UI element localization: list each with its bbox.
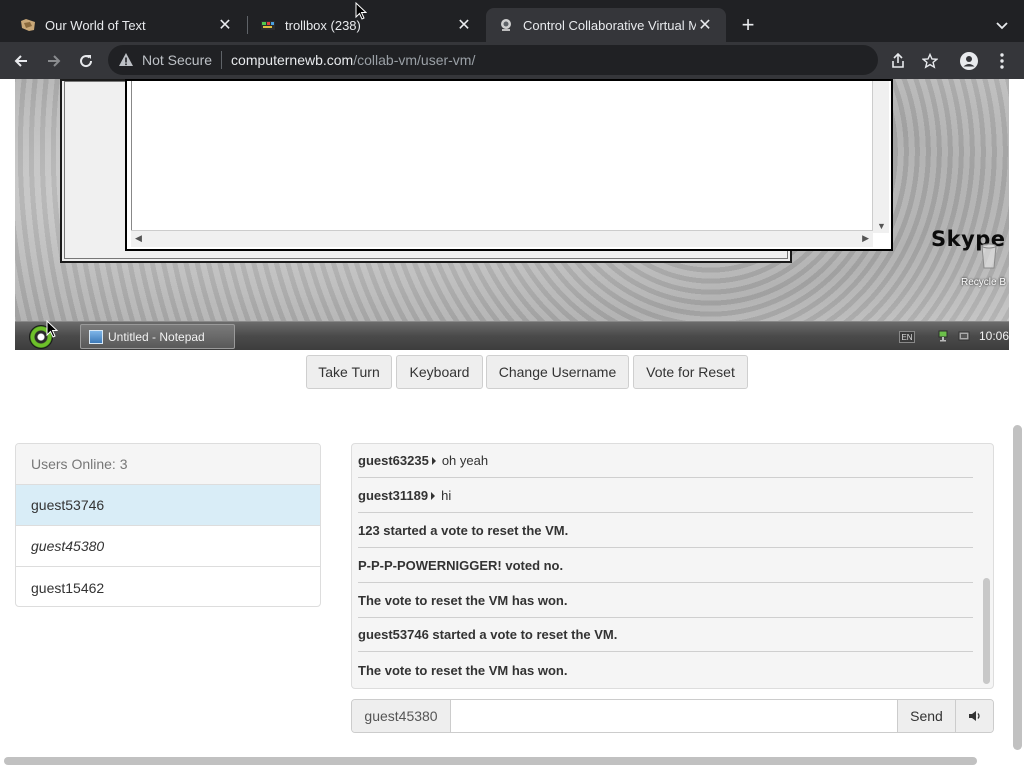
chat-arrow-icon — [431, 491, 436, 500]
share-icon[interactable] — [884, 47, 912, 75]
notepad-text-area[interactable] — [131, 81, 873, 231]
close-tab-icon[interactable]: ✕ — [696, 16, 714, 34]
chat-text: 123 started a vote to reset the VM. — [358, 523, 569, 538]
users-online-panel: Users Online: 3 guest53746 guest45380 gu… — [15, 443, 321, 607]
chat-log[interactable]: guest63235 oh yeah guest31189 hi 123 start… — [351, 443, 994, 689]
taskbar-clock[interactable]: 10:06 — [979, 329, 1009, 343]
chat-scrollbar[interactable] — [983, 578, 990, 684]
menu-kebab-icon[interactable] — [988, 47, 1016, 75]
bookmark-star-icon[interactable] — [916, 47, 944, 75]
user-list-item[interactable]: guest15462 — [16, 567, 320, 606]
recycle-bin-icon[interactable] — [974, 240, 1004, 270]
chat-message: guest31189 hi — [358, 479, 973, 513]
user-list-item[interactable]: guest45380 — [16, 526, 320, 567]
reload-icon[interactable] — [72, 47, 100, 75]
network-tray-icon[interactable] — [937, 329, 951, 343]
page-horizontal-scrollbar[interactable] — [4, 757, 977, 765]
tab-our-world-of-text[interactable]: Our World of Text ✕ — [8, 8, 246, 42]
chat-system-message: The vote to reset the VM has won. — [358, 584, 973, 618]
chat-text: P-P-P-POWERNIGGER! voted no. — [358, 558, 564, 573]
profile-avatar-icon[interactable] — [955, 47, 983, 75]
recycle-bin-label: Recycle B — [961, 277, 1007, 288]
user-list-item[interactable]: guest53746 — [16, 485, 320, 526]
mouse-cursor-icon — [355, 1, 368, 25]
take-turn-button[interactable]: Take Turn — [306, 355, 392, 389]
browser-tab-bar: Our World of Text ✕ trollbox (238) ✕ Con… — [0, 0, 1024, 42]
taskbar-item-label: Untitled - Notepad — [108, 329, 205, 344]
notepad-icon — [89, 329, 103, 344]
vm-mouse-cursor-icon — [46, 319, 59, 343]
chat-message-input[interactable] — [451, 700, 897, 732]
close-tab-icon[interactable]: ✕ — [216, 16, 234, 34]
address-divider — [221, 51, 223, 69]
address-bar[interactable]: Not Secure computernewb.com/collab-vm/us… — [108, 45, 878, 75]
taskbar-notepad-button[interactable]: Untitled - Notepad — [80, 324, 235, 349]
chat-username-label: guest45380 — [352, 700, 451, 732]
chat-username: guest31189 — [358, 488, 429, 503]
chat-text: The vote to reset the VM has won. — [358, 662, 568, 678]
chat-text: hi — [441, 488, 452, 503]
security-label[interactable]: Not Secure — [142, 52, 212, 68]
users-online-header: Users Online: 3 — [16, 444, 320, 485]
chat-text: oh yeah — [441, 453, 489, 468]
notepad-horizontal-scrollbar[interactable]: ◀ ▶ — [131, 230, 873, 247]
collabvm-favicon-icon — [498, 17, 514, 33]
warning-icon — [118, 52, 134, 68]
close-tab-icon[interactable]: ✕ — [455, 16, 473, 34]
chat-system-message: guest53746 started a vote to reset the V… — [358, 618, 973, 652]
page-vertical-scrollbar[interactable] — [1013, 425, 1022, 750]
new-tab-icon[interactable]: + — [735, 12, 761, 38]
language-indicator[interactable]: EN — [899, 331, 915, 343]
chat-system-message: P-P-P-POWERNIGGER! voted no. — [358, 549, 973, 583]
chat-text: guest53746 started a vote to reset the V… — [358, 627, 618, 642]
volume-icon[interactable] — [955, 700, 993, 732]
back-icon[interactable] — [7, 47, 35, 75]
notepad-vertical-scrollbar[interactable]: ▼ — [872, 81, 889, 233]
send-button[interactable]: Send — [897, 700, 955, 732]
url-path: /collab-vm/user-vm/ — [353, 52, 476, 68]
chat-arrow-icon — [431, 456, 436, 465]
notepad-window[interactable]: ▼ ◀ ▶ — [125, 79, 893, 251]
tab-list-chevron-icon[interactable] — [990, 14, 1014, 38]
volume-tray-icon[interactable] — [957, 329, 971, 343]
vm-taskbar: Untitled - Notepad EN 10:06 — [15, 321, 1009, 350]
chat-input-group: guest45380 Send — [351, 699, 994, 733]
tab-collabvm[interactable]: Control Collaborative Virtual M ✕ — [486, 8, 726, 42]
url-host: computernewb.com — [231, 52, 354, 68]
owot-favicon-icon — [20, 17, 36, 33]
vm-display[interactable]: ▼ ◀▶ Skype X Recycle B Untitled - Notepa… — [15, 79, 1009, 350]
forward-icon[interactable] — [40, 47, 68, 75]
tab-title: Our World of Text — [45, 17, 146, 33]
browser-toolbar: Not Secure computernewb.com/collab-vm/us… — [0, 42, 1024, 79]
chat-system-message: The vote to reset the VM has won. — [358, 653, 973, 687]
change-username-button[interactable]: Change Username — [486, 355, 629, 389]
vote-reset-button[interactable]: Vote for Reset — [633, 355, 748, 389]
chat-text: The vote to reset the VM has won. — [358, 593, 568, 608]
chat-system-message: 123 started a vote to reset the VM. — [358, 514, 973, 548]
chat-message: guest63235 oh yeah — [358, 444, 973, 478]
tab-title: trollbox (238) — [285, 17, 361, 33]
chat-username: guest63235 — [358, 453, 429, 468]
tab-title: Control Collaborative Virtual M — [523, 17, 696, 33]
keyboard-button[interactable]: Keyboard — [396, 355, 483, 389]
trollbox-favicon-icon — [260, 17, 276, 33]
